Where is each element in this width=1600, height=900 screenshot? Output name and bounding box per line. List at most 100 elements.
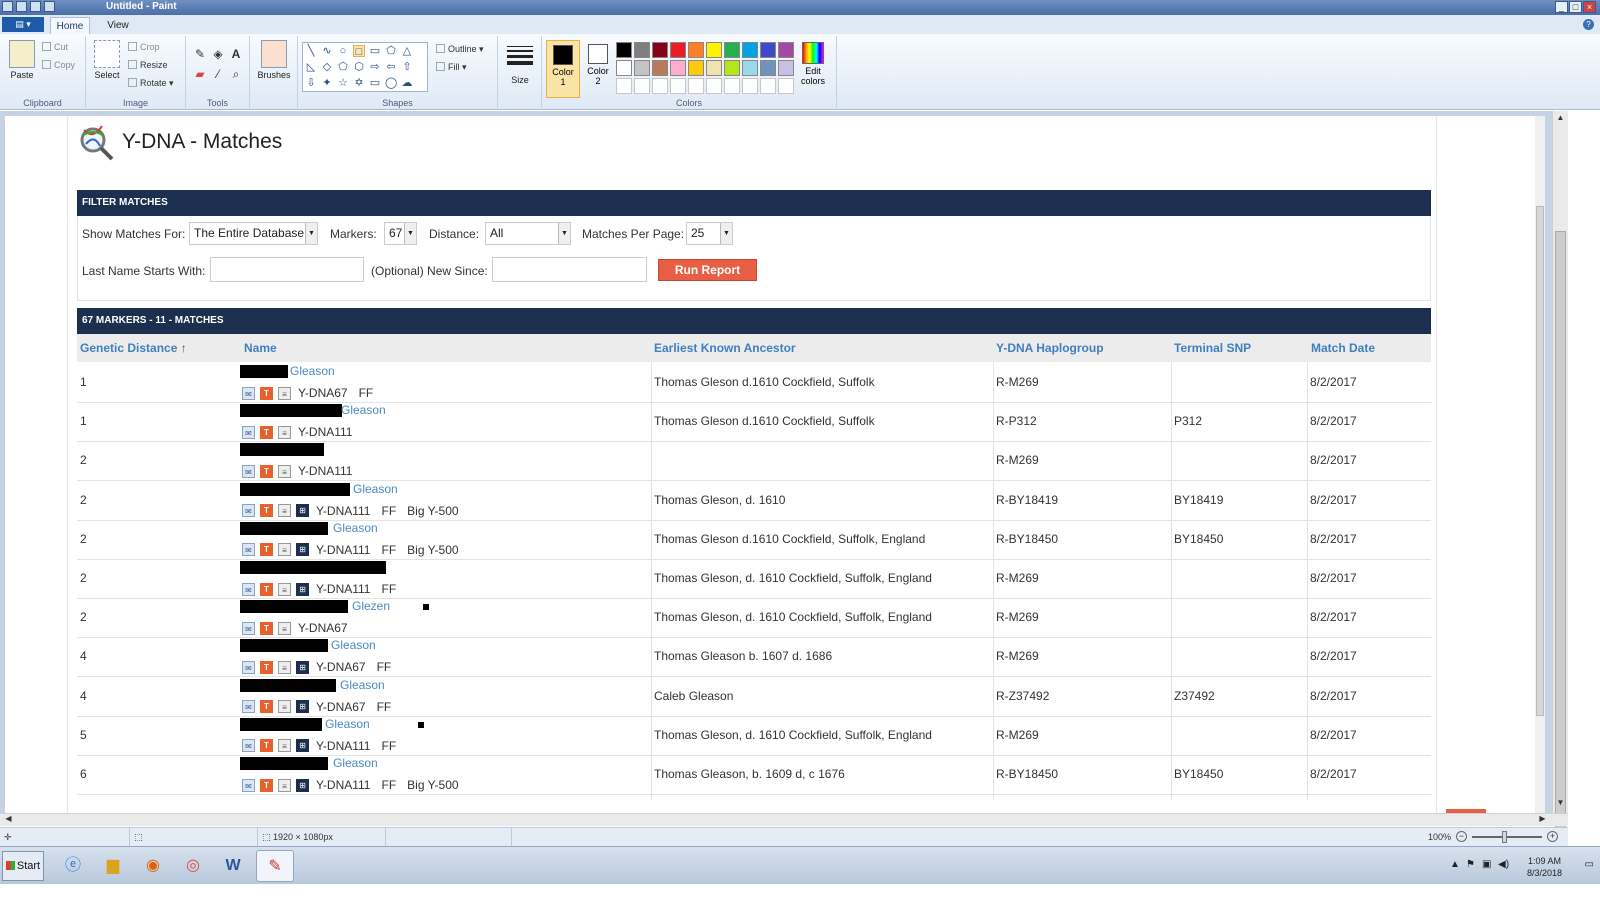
curve-shape-icon[interactable]: ∿ xyxy=(321,45,333,57)
zoom-out-icon[interactable]: − xyxy=(1456,831,1467,842)
fill-bucket-icon[interactable]: ◈ xyxy=(210,46,226,62)
chrome-icon[interactable]: ◎ xyxy=(174,850,212,882)
select-button[interactable]: Select xyxy=(92,40,122,80)
maximize-button[interactable]: □ xyxy=(1569,1,1582,13)
family-tree-icon[interactable]: T xyxy=(260,700,273,714)
zoom-in-icon[interactable]: + xyxy=(1547,831,1558,842)
pentagon-shape-icon[interactable]: ⬠ xyxy=(337,61,349,73)
four-point-star-shape-icon[interactable]: ✦ xyxy=(321,77,333,89)
notes-icon[interactable]: ≡ xyxy=(278,425,291,439)
col-terminal-snp[interactable]: Terminal SNP xyxy=(1174,341,1251,355)
magnifier-icon[interactable]: ⌕ xyxy=(228,66,244,82)
resize-button[interactable]: Resize xyxy=(128,60,168,70)
edit-colors-button[interactable]: Edit colors xyxy=(796,40,830,86)
notes-icon[interactable]: ≡ xyxy=(278,504,291,518)
size-button[interactable]: Size xyxy=(502,42,538,85)
paint-menu-button[interactable]: ▤ ▾ xyxy=(2,17,44,32)
distance-select[interactable]: All ▼ xyxy=(485,222,571,245)
notes-icon[interactable]: ≡ xyxy=(278,464,291,478)
word-icon[interactable]: W xyxy=(214,850,252,882)
palette-swatch[interactable] xyxy=(688,78,704,94)
close-button[interactable]: × xyxy=(1583,1,1596,13)
family-tree-icon[interactable]: T xyxy=(260,504,273,518)
col-haplogroup[interactable]: Y-DNA Haplogroup xyxy=(996,341,1104,355)
notes-icon[interactable]: ≡ xyxy=(278,582,291,596)
taskbar-clock[interactable]: 1:09 AM 8/3/2018 xyxy=(1527,855,1562,879)
down-arrow-shape-icon[interactable]: ⇩ xyxy=(305,77,317,89)
network-icon[interactable]: ▣ xyxy=(1482,859,1491,870)
haplotree-icon[interactable]: ⊞ xyxy=(296,778,309,792)
eraser-icon[interactable]: ▰ xyxy=(192,66,208,82)
palette-swatch[interactable] xyxy=(778,60,794,76)
match-name-link[interactable]: Glezen xyxy=(352,599,390,613)
scroll-up-icon[interactable]: ▲ xyxy=(1554,113,1567,126)
zoom-slider-handle[interactable] xyxy=(1502,830,1507,843)
action-center-flag-icon[interactable]: ⚑ xyxy=(1466,859,1475,870)
palette-swatch[interactable] xyxy=(634,60,650,76)
email-icon[interactable]: ✉ xyxy=(242,660,255,674)
scroll-right-icon[interactable]: ▶ xyxy=(1536,814,1549,826)
palette-swatch[interactable] xyxy=(616,60,632,76)
horizontal-scrollbar[interactable]: ◀ ▶ xyxy=(0,813,1568,826)
family-tree-icon[interactable]: T xyxy=(260,621,273,635)
line-shape-icon[interactable]: ╲ xyxy=(305,45,317,57)
callout-rect-shape-icon[interactable]: ▭ xyxy=(369,77,381,89)
family-tree-icon[interactable]: T xyxy=(260,660,273,674)
col-genetic-distance[interactable]: Genetic Distance ↑ xyxy=(80,341,187,355)
right-triangle-shape-icon[interactable]: ◺ xyxy=(305,61,317,73)
palette-swatch[interactable] xyxy=(706,42,722,58)
palette-swatch[interactable] xyxy=(634,78,650,94)
file-explorer-icon[interactable]: ▆ xyxy=(94,850,132,882)
newsince-input[interactable] xyxy=(492,257,647,282)
family-tree-icon[interactable]: T xyxy=(260,386,273,400)
palette-swatch[interactable] xyxy=(652,78,668,94)
fill-button[interactable]: Fill ▾ xyxy=(436,62,467,73)
palette-swatch[interactable] xyxy=(616,78,632,94)
palette-swatch[interactable] xyxy=(616,42,632,58)
palette-swatch[interactable] xyxy=(634,42,650,58)
paint-taskbar-icon[interactable]: ✎ xyxy=(256,850,294,882)
match-name-link[interactable]: Gleason xyxy=(331,638,376,652)
color2-button[interactable]: Color 2 xyxy=(582,40,614,98)
email-icon[interactable]: ✉ xyxy=(242,582,255,596)
email-icon[interactable]: ✉ xyxy=(242,504,255,518)
col-name[interactable]: Name xyxy=(244,341,277,355)
match-name-link[interactable]: Gleason xyxy=(333,756,378,770)
notes-icon[interactable]: ≡ xyxy=(278,778,291,792)
palette-swatch[interactable] xyxy=(778,78,794,94)
internet-explorer-icon[interactable]: ⓔ xyxy=(54,850,92,882)
page-scrollbar-thumb[interactable] xyxy=(1536,206,1544,716)
email-icon[interactable]: ✉ xyxy=(242,425,255,439)
haplotree-icon[interactable]: ⊞ xyxy=(296,660,309,674)
match-name-link[interactable]: Gleason xyxy=(333,521,378,535)
paint-app-icon[interactable] xyxy=(2,1,13,12)
notes-icon[interactable]: ≡ xyxy=(278,621,291,635)
triangle-shape-icon[interactable]: △ xyxy=(401,45,413,57)
match-name-link[interactable]: Gleason xyxy=(290,364,335,378)
paste-button[interactable]: Paste xyxy=(6,40,38,80)
save-icon[interactable] xyxy=(16,1,27,12)
firefox-icon[interactable]: ◉ xyxy=(134,850,172,882)
polygon-shape-icon[interactable]: ⬠ xyxy=(385,45,397,57)
paint-canvas[interactable]: Y-DNA - Matches FILTER MATCHES Show Matc… xyxy=(5,116,1545,813)
haplotree-icon[interactable]: ⊞ xyxy=(296,739,309,753)
right-arrow-shape-icon[interactable]: ⇨ xyxy=(369,61,381,73)
copy-button[interactable]: Copy xyxy=(42,60,75,70)
palette-swatch[interactable] xyxy=(652,60,668,76)
hexagon-shape-icon[interactable]: ⬡ xyxy=(353,61,365,73)
match-name-link[interactable]: Gleason xyxy=(340,678,385,692)
rotate-button[interactable]: Rotate ▾ xyxy=(128,78,174,89)
show-desktop-icon[interactable]: ▭ xyxy=(1585,859,1594,870)
palette-swatch[interactable] xyxy=(670,42,686,58)
family-tree-icon[interactable]: T xyxy=(260,778,273,792)
run-report-button[interactable]: Run Report xyxy=(658,259,757,281)
tab-view[interactable]: View xyxy=(100,17,136,34)
lastname-input[interactable] xyxy=(210,257,364,282)
left-arrow-shape-icon[interactable]: ⇦ xyxy=(385,61,397,73)
vertical-scrollbar[interactable]: ▲ ▼ xyxy=(1552,111,1568,831)
zoom-slider[interactable] xyxy=(1472,830,1542,843)
callout-oval-shape-icon[interactable]: ◯ xyxy=(385,77,397,89)
match-name-link[interactable]: Gleason xyxy=(341,403,386,417)
haplotree-icon[interactable]: ⊞ xyxy=(296,582,309,596)
email-icon[interactable]: ✉ xyxy=(242,464,255,478)
